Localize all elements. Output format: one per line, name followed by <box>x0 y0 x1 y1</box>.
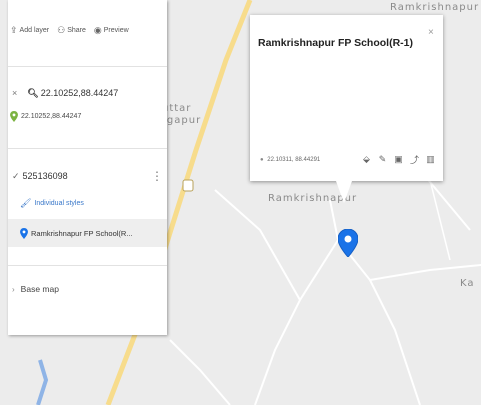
search-icon: 🔍︎ <box>27 87 39 98</box>
panel-toolbar: ⇪ Add layer ⚇ Share ◉ Preview <box>8 0 167 43</box>
styles-label: Individual styles <box>34 199 84 207</box>
layer-header: ✓ 525136098 ⋮ <box>8 161 167 191</box>
base-map-toggle[interactable]: › Base map <box>8 274 167 304</box>
pencil-icon[interactable]: ✎ <box>376 153 389 165</box>
map-marker-icon[interactable] <box>337 228 359 262</box>
map-label-locality: Ka <box>460 278 475 289</box>
popup-title: Ramkrishnapur FP School(R-1) <box>258 37 413 49</box>
directions-icon[interactable]: ⤴ <box>408 153 421 165</box>
popup-coords-label: 22.10311, 88.44291 <box>267 157 321 163</box>
popup-close-icon[interactable]: × <box>428 27 434 38</box>
layers-panel: ⇪ Add layer ⚇ Share ◉ Preview × 🔍︎ 22.10… <box>8 0 167 335</box>
share-button[interactable]: ⚇ Share <box>57 25 86 36</box>
preview-button[interactable]: ◉ Preview <box>94 25 129 36</box>
camera-icon[interactable]: ▣ <box>392 153 405 165</box>
individual-styles-link[interactable]: 🖌︎ Individual styles <box>8 191 167 215</box>
popup-pointer <box>336 181 352 203</box>
chevron-right-icon: › <box>12 284 15 294</box>
share-label: Share <box>67 26 86 34</box>
divider <box>8 148 167 149</box>
blue-pin-icon <box>20 227 28 239</box>
location-icon: ● <box>260 157 264 163</box>
preview-icon: ◉ <box>93 24 102 35</box>
close-icon[interactable]: × <box>12 88 17 98</box>
search-query: 22.10252,88.44247 <box>40 88 119 98</box>
more-vertical-icon[interactable]: ⋮ <box>151 169 163 183</box>
map-label-locality: rgapur <box>162 115 202 126</box>
place-label: Ramkrishnapur FP School(R... <box>31 228 133 238</box>
add-layer-icon: ⇪ <box>10 24 18 35</box>
layer-name[interactable]: 525136098 <box>23 171 68 181</box>
map-label-locality: Ramkrishnapur <box>390 2 480 13</box>
preview-label: Preview <box>103 26 129 34</box>
popup-toolbar: ⬙ ✎ ▣ ⤴ ▥ <box>360 153 440 165</box>
layer-place-item[interactable]: Ramkrishnapur FP School(R... <box>8 219 167 247</box>
checkbox-checked-icon[interactable]: ✓ <box>12 171 20 182</box>
add-layer-button[interactable]: ⇪ Add layer <box>10 25 49 36</box>
add-layer-label: Add layer <box>19 26 50 34</box>
divider <box>8 66 167 67</box>
divider <box>8 265 167 266</box>
popup-coordinates: ● 22.10311, 88.44291 <box>260 157 320 163</box>
share-icon: ⚇ <box>57 24 66 35</box>
place-info-popup: Ramkrishnapur FP School(R-1) × ● 22.1031… <box>250 15 443 181</box>
trash-icon[interactable]: ▥ <box>424 153 437 165</box>
style-icon[interactable]: ⬙ <box>360 153 373 165</box>
search-result-item[interactable]: 22.10252,88.44247 <box>8 106 167 126</box>
search-result-label: 22.10252,88.44247 <box>21 112 82 120</box>
base-map-label: Base map <box>20 284 59 294</box>
green-pin-icon <box>10 110 18 122</box>
paint-bucket-icon: 🖌︎ <box>20 197 32 208</box>
road-shield-icon <box>182 179 194 192</box>
search-result-header: × 🔍︎ 22.10252,88.44247 <box>8 80 167 106</box>
